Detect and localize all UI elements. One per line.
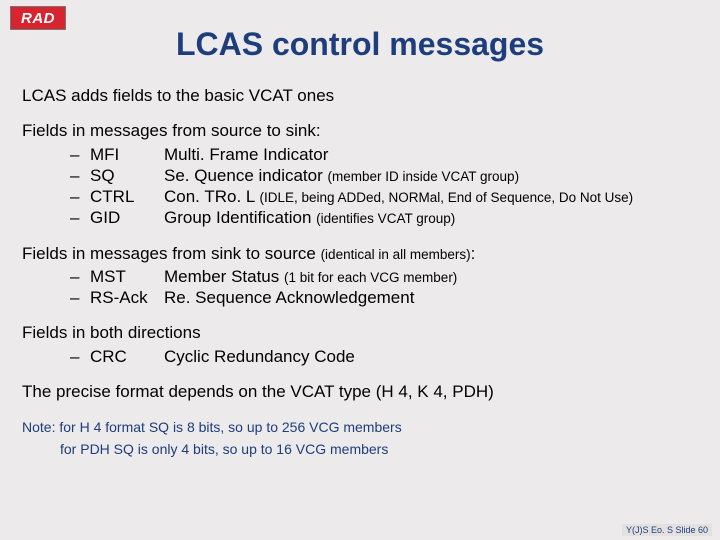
field-abbr: CTRL: [90, 186, 164, 207]
logo-badge: RAD: [10, 6, 66, 30]
dash-icon: –: [70, 186, 90, 207]
slide: RAD LCAS control messages LCAS adds fiel…: [0, 0, 720, 540]
dash-icon: –: [70, 144, 90, 165]
field-abbr: SQ: [90, 165, 164, 186]
list-item: – CRC Cyclic Redundancy Code: [70, 346, 698, 367]
both-list: – CRC Cyclic Redundancy Code: [70, 346, 698, 367]
field-desc: Group Identification (identifies VCAT gr…: [164, 207, 698, 228]
sink-heading: Fields in messages from sink to source (…: [22, 243, 698, 264]
field-desc: Re. Sequence Acknowledgement: [164, 287, 698, 308]
slide-title: LCAS control messages: [22, 26, 698, 63]
field-desc: Cyclic Redundancy Code: [164, 346, 698, 367]
slide-footer: Y(J)S Eo. S Slide 60: [622, 524, 712, 536]
dash-icon: –: [70, 266, 90, 287]
note-block: Note: for H 4 format SQ is 8 bits, so up…: [22, 416, 698, 461]
list-item: – GID Group Identification (identifies V…: [70, 207, 698, 228]
source-heading: Fields in messages from source to sink:: [22, 120, 698, 141]
list-item: – MST Member Status (1 bit for each VCG …: [70, 266, 698, 287]
dash-icon: –: [70, 287, 90, 308]
list-item: – MFI Multi. Frame Indicator: [70, 144, 698, 165]
sink-list: – MST Member Status (1 bit for each VCG …: [70, 266, 698, 309]
source-block: Fields in messages from source to sink: …: [22, 120, 698, 228]
list-item: – SQ Se. Quence indicator (member ID ins…: [70, 165, 698, 186]
field-abbr: RS-Ack: [90, 287, 164, 308]
field-abbr: MST: [90, 266, 164, 287]
field-abbr: CRC: [90, 346, 164, 367]
logo-text: RAD: [21, 10, 55, 27]
precise-format: The precise format depends on the VCAT t…: [22, 381, 698, 402]
note-line-1: Note: for H 4 format SQ is 8 bits, so up…: [22, 416, 698, 438]
both-heading: Fields in both directions: [22, 322, 698, 343]
source-list: – MFI Multi. Frame Indicator – SQ Se. Qu…: [70, 144, 698, 229]
sink-block: Fields in messages from sink to source (…: [22, 243, 698, 309]
intro-line: LCAS adds fields to the basic VCAT ones: [22, 85, 698, 106]
list-item: – RS-Ack Re. Sequence Acknowledgement: [70, 287, 698, 308]
both-block: Fields in both directions – CRC Cyclic R…: [22, 322, 698, 367]
list-item: – CTRL Con. TRo. L (IDLE, being ADDed, N…: [70, 186, 698, 207]
note-line-2: for PDH SQ is only 4 bits, so up to 16 V…: [60, 438, 698, 460]
dash-icon: –: [70, 207, 90, 228]
field-desc: Multi. Frame Indicator: [164, 144, 698, 165]
dash-icon: –: [70, 165, 90, 186]
field-desc: Se. Quence indicator (member ID inside V…: [164, 165, 698, 186]
dash-icon: –: [70, 346, 90, 367]
field-desc: Member Status (1 bit for each VCG member…: [164, 266, 698, 287]
field-abbr: MFI: [90, 144, 164, 165]
field-abbr: GID: [90, 207, 164, 228]
content: LCAS adds fields to the basic VCAT ones …: [22, 85, 698, 461]
field-desc: Con. TRo. L (IDLE, being ADDed, NORMal, …: [164, 186, 698, 207]
